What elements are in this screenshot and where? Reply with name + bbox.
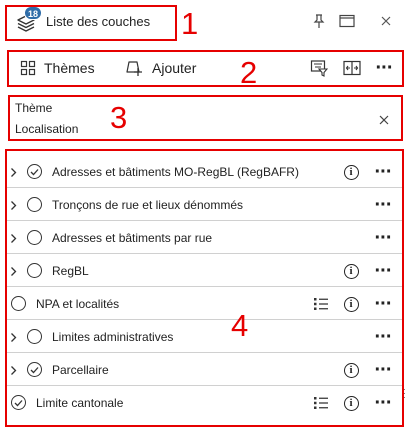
pin-icon[interactable] bbox=[308, 10, 330, 32]
add-layer-label: Ajouter bbox=[152, 60, 197, 76]
themes-button[interactable]: Thèmes bbox=[20, 56, 95, 80]
annotation-number-4: 4 bbox=[231, 308, 249, 343]
annotation-number-2: 2 bbox=[240, 55, 258, 90]
filter-icon[interactable] bbox=[308, 57, 330, 79]
grid-icon bbox=[20, 60, 36, 76]
annotation-number-1: 1 bbox=[181, 6, 199, 41]
annotation-number-3: 3 bbox=[110, 100, 128, 135]
theme-value: Localisation bbox=[15, 122, 79, 136]
add-layer-button[interactable]: Ajouter bbox=[124, 56, 196, 80]
compare-icon[interactable] bbox=[341, 57, 363, 79]
annotation-box-1 bbox=[5, 5, 177, 41]
close-icon[interactable] bbox=[375, 10, 397, 32]
clear-theme-icon[interactable] bbox=[374, 110, 394, 130]
themes-label: Thèmes bbox=[44, 60, 95, 76]
more-icon[interactable]: ··· bbox=[373, 57, 395, 79]
resize-handle[interactable]: · · · bbox=[403, 386, 408, 402]
add-layer-icon bbox=[126, 61, 142, 76]
annotation-box-4 bbox=[5, 149, 404, 427]
theme-label: Thème bbox=[15, 101, 53, 115]
maximize-icon[interactable] bbox=[336, 10, 358, 32]
